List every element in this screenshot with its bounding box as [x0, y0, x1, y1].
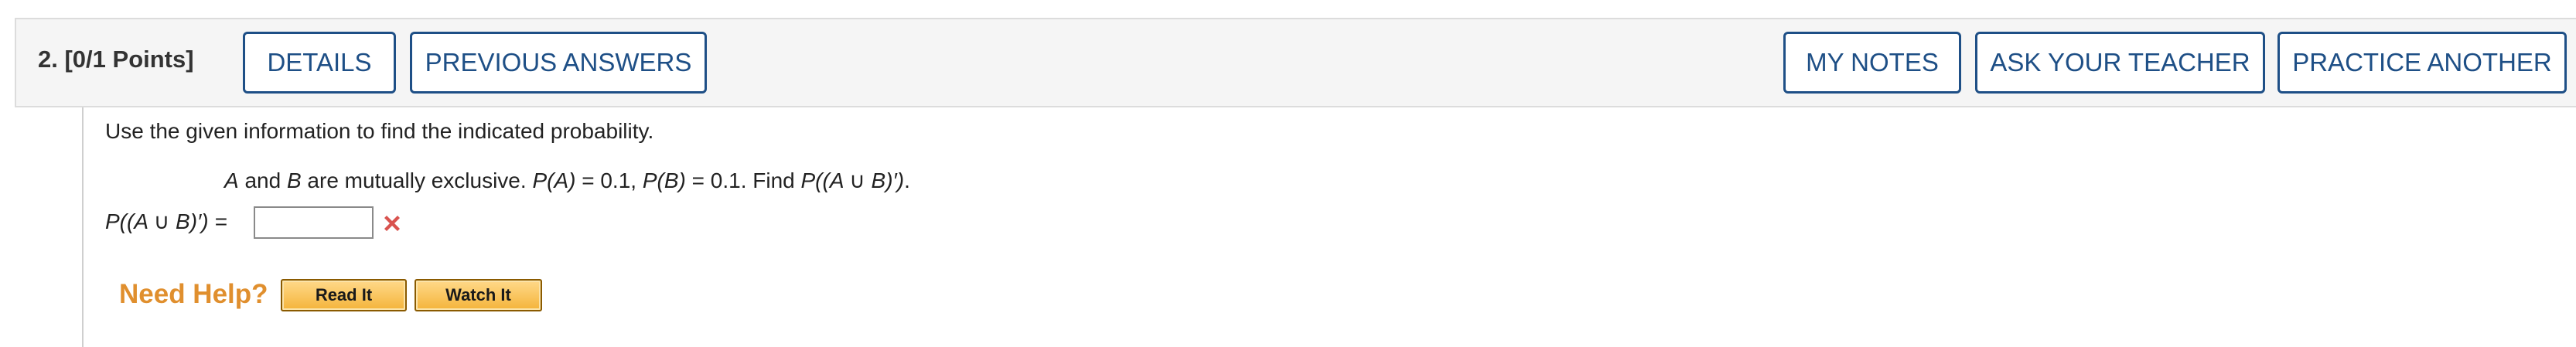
question-number-label: 2. — [38, 46, 58, 73]
points-label: [0/1 Points] — [64, 46, 194, 73]
ask-your-teacher-button[interactable]: ASK YOUR TEACHER — [1975, 32, 2265, 94]
practice-another-button[interactable]: PRACTICE ANOTHER — [2277, 32, 2567, 94]
statement-text-5: . — [904, 168, 910, 192]
var-b: B — [286, 168, 302, 192]
statement-text-3: = 0.1, — [575, 168, 643, 192]
prob-a: P(A) — [532, 168, 576, 192]
details-button[interactable]: DETAILS — [243, 32, 396, 94]
question-number: 2. [0/1 Points] — [38, 44, 194, 75]
question-page: 2. [0/1 Points] DETAILS PREVIOUS ANSWERS… — [0, 0, 2576, 347]
statement-text-4: = 0.1. Find — [685, 168, 801, 192]
question-left-border — [82, 107, 84, 347]
statement-text-2: are mutually exclusive. — [301, 168, 533, 192]
question-statement: A and B are mutually exclusive. P(A) = 0… — [224, 165, 910, 196]
read-it-button[interactable]: Read It — [281, 279, 407, 311]
my-notes-button[interactable]: MY NOTES — [1783, 32, 1961, 94]
answer-input[interactable] — [254, 206, 374, 239]
watch-it-button[interactable]: Watch It — [415, 279, 542, 311]
var-a: A — [224, 168, 239, 192]
red-x-icon — [384, 216, 400, 231]
target-probability: P((A ∪ B)′) — [800, 168, 905, 192]
statement-text-1: and — [238, 168, 287, 192]
answer-label: P((A ∪ B)′) = — [105, 209, 227, 233]
prob-b: P(B) — [642, 168, 686, 192]
need-help-label: Need Help? — [119, 279, 268, 309]
question-prompt: Use the given information to find the in… — [105, 119, 654, 143]
previous-answers-button[interactable]: PREVIOUS ANSWERS — [410, 32, 707, 94]
